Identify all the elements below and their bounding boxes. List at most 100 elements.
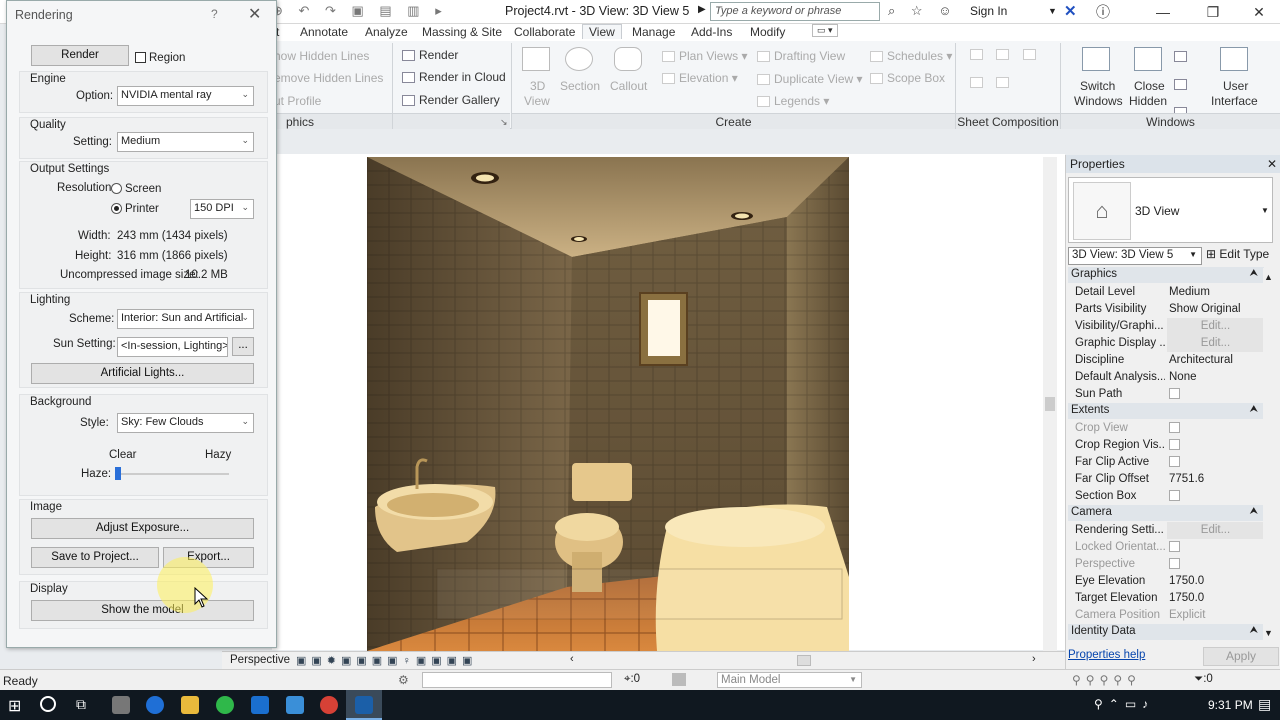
- dialog-close-button[interactable]: ✕: [248, 4, 261, 24]
- property-value[interactable]: Explicit: [1167, 607, 1264, 624]
- property-value[interactable]: [1167, 556, 1264, 573]
- tab-massing-site[interactable]: Massing & Site: [422, 25, 502, 39]
- property-value[interactable]: [1167, 386, 1264, 403]
- notifications-icon[interactable]: ▤: [1258, 696, 1271, 713]
- collapse-icon[interactable]: ⮝: [1250, 404, 1259, 415]
- close-hidden-button[interactable]: Close: [1134, 79, 1165, 93]
- sheet-icon[interactable]: [970, 49, 983, 60]
- edit-type-button[interactable]: ⊞ Edit Type: [1206, 247, 1269, 261]
- property-value[interactable]: Medium: [1167, 284, 1264, 301]
- property-value[interactable]: Architectural: [1167, 352, 1264, 369]
- artificial-lights-button[interactable]: Artificial Lights...: [31, 363, 254, 384]
- scroll-left-icon[interactable]: ‹: [570, 653, 574, 665]
- property-checkbox[interactable]: [1169, 456, 1180, 467]
- printer-radio-dot[interactable]: [111, 203, 122, 214]
- cascade-icon[interactable]: [1174, 79, 1187, 90]
- type-selector-preview[interactable]: ⌂ 3D View ▼: [1068, 177, 1273, 243]
- replicate-icon[interactable]: [1174, 51, 1187, 62]
- store-icon[interactable]: [251, 696, 269, 714]
- scroll-down-icon[interactable]: ▼: [1264, 628, 1273, 638]
- tab-add-ins[interactable]: Add-Ins: [691, 25, 732, 39]
- chevron-down-icon[interactable]: ▼: [1261, 206, 1269, 215]
- property-edit-button[interactable]: Edit...: [1167, 318, 1264, 335]
- screen-radio[interactable]: Screen: [111, 183, 161, 195]
- properties-scrollbar[interactable]: ▲ ▼: [1263, 268, 1275, 641]
- legends-button[interactable]: Legends ▾: [757, 94, 829, 108]
- sheet-composition-tools[interactable]: [970, 47, 1050, 107]
- collapse-icon[interactable]: ⮝: [1250, 268, 1259, 279]
- apply-button[interactable]: Apply: [1203, 647, 1279, 666]
- printer-radio[interactable]: Printer: [111, 203, 159, 215]
- sign-in-button[interactable]: Sign In: [970, 4, 1007, 18]
- expand-icon[interactable]: ▶: [698, 4, 706, 15]
- render-dialog-button[interactable]: Render: [31, 45, 129, 66]
- selection-filter-icons[interactable]: ⚲⚲⚲⚲⚲: [1072, 673, 1141, 687]
- scroll-up-icon[interactable]: ▲: [1264, 272, 1273, 282]
- titleblock-icon[interactable]: [996, 49, 1010, 60]
- guide-grid-icon[interactable]: [970, 77, 983, 88]
- clock[interactable]: 9:31 PM: [1208, 698, 1253, 712]
- help-icon[interactable]: ⓘ: [1096, 2, 1110, 22]
- adjust-exposure-button[interactable]: Adjust Exposure...: [31, 518, 254, 539]
- property-value[interactable]: 7751.6: [1167, 471, 1264, 488]
- properties-category[interactable]: Extents ⮝: [1068, 403, 1264, 419]
- save-to-project-button[interactable]: Save to Project...: [31, 547, 159, 568]
- folder-icon[interactable]: [181, 696, 199, 714]
- photos-icon[interactable]: [286, 696, 304, 714]
- revit-taskbar-button[interactable]: [346, 690, 382, 720]
- dialog-launcher-icon[interactable]: ↘: [500, 117, 508, 128]
- engine-option-select[interactable]: NVIDIA mental ray ⌄: [117, 86, 254, 106]
- design-options-icon[interactable]: [672, 673, 686, 686]
- schedules-button[interactable]: Schedules ▾: [870, 49, 952, 63]
- view-control-icons[interactable]: ▣▣✹▣▣▣▣♀▣▣▣▣: [296, 654, 477, 667]
- tab-analyze[interactable]: Analyze: [365, 25, 408, 39]
- callout-button[interactable]: Callout: [610, 79, 647, 93]
- chrome-icon[interactable]: [320, 696, 338, 714]
- scroll-thumb[interactable]: [1045, 397, 1055, 411]
- instance-selector[interactable]: 3D View: 3D View 5 ▼: [1068, 247, 1202, 265]
- 3d-view-button[interactable]: 3D: [530, 79, 545, 93]
- scope-box-button[interactable]: Scope Box: [870, 71, 945, 85]
- switch-windows-button[interactable]: Switch: [1080, 79, 1115, 93]
- quality-setting-select[interactable]: Medium ⌄: [117, 132, 254, 152]
- minimize-button[interactable]: —: [1140, 1, 1186, 23]
- matchline-icon[interactable]: [1022, 49, 1036, 60]
- tab-annotate[interactable]: Annotate: [300, 25, 348, 39]
- tab-modify[interactable]: Modify: [750, 25, 785, 39]
- show-model-button[interactable]: Show the model: [31, 600, 254, 621]
- collapse-icon[interactable]: ⮝: [1250, 625, 1259, 636]
- scheme-select[interactable]: Interior: Sun and Artificial ⌄: [117, 309, 254, 329]
- property-value[interactable]: 1750.0: [1167, 573, 1264, 590]
- property-value[interactable]: [1167, 539, 1264, 556]
- dialog-help-button[interactable]: ?: [211, 7, 218, 21]
- elevation-button[interactable]: Elevation ▾: [662, 71, 738, 85]
- revisions-icon[interactable]: [996, 77, 1010, 88]
- properties-category[interactable]: Camera ⮝: [1068, 505, 1264, 521]
- region-checkbox[interactable]: Region: [135, 52, 185, 64]
- computer-icon[interactable]: [112, 696, 130, 714]
- property-checkbox[interactable]: [1169, 541, 1180, 552]
- design-option-selector[interactable]: Main Model ▼: [717, 672, 862, 688]
- render-gallery-button[interactable]: Render Gallery: [402, 93, 500, 107]
- property-value[interactable]: Show Original: [1167, 301, 1264, 318]
- section-button[interactable]: Section: [560, 79, 600, 93]
- remove-hidden-lines-button[interactable]: emove Hidden Lines: [274, 71, 383, 85]
- tab-view[interactable]: View: [582, 24, 622, 39]
- chevron-down-icon[interactable]: ▼: [1048, 6, 1057, 16]
- property-edit-button[interactable]: Edit...: [1167, 335, 1264, 352]
- binoculars-icon[interactable]: ⌕: [888, 3, 895, 18]
- property-value[interactable]: [1167, 488, 1264, 505]
- graphics-panel-label[interactable]: phics: [272, 113, 510, 129]
- workset-selector[interactable]: [422, 672, 612, 688]
- show-hidden-lines-button[interactable]: how Hidden Lines: [274, 49, 369, 63]
- property-checkbox[interactable]: [1169, 558, 1180, 569]
- screen-radio-dot[interactable]: [111, 183, 122, 194]
- horizontal-scroll-thumb[interactable]: [797, 655, 811, 666]
- whatsapp-icon[interactable]: [216, 696, 234, 714]
- property-value[interactable]: [1167, 454, 1264, 471]
- collapse-icon[interactable]: ⮝: [1250, 506, 1259, 517]
- toolbar-icons[interactable]: ⌕ ☆ ☺: [888, 3, 951, 19]
- close-button[interactable]: ✕: [1236, 1, 1280, 23]
- exchange-icon[interactable]: ✕: [1064, 2, 1077, 20]
- task-view-icon[interactable]: ⧉: [76, 696, 86, 713]
